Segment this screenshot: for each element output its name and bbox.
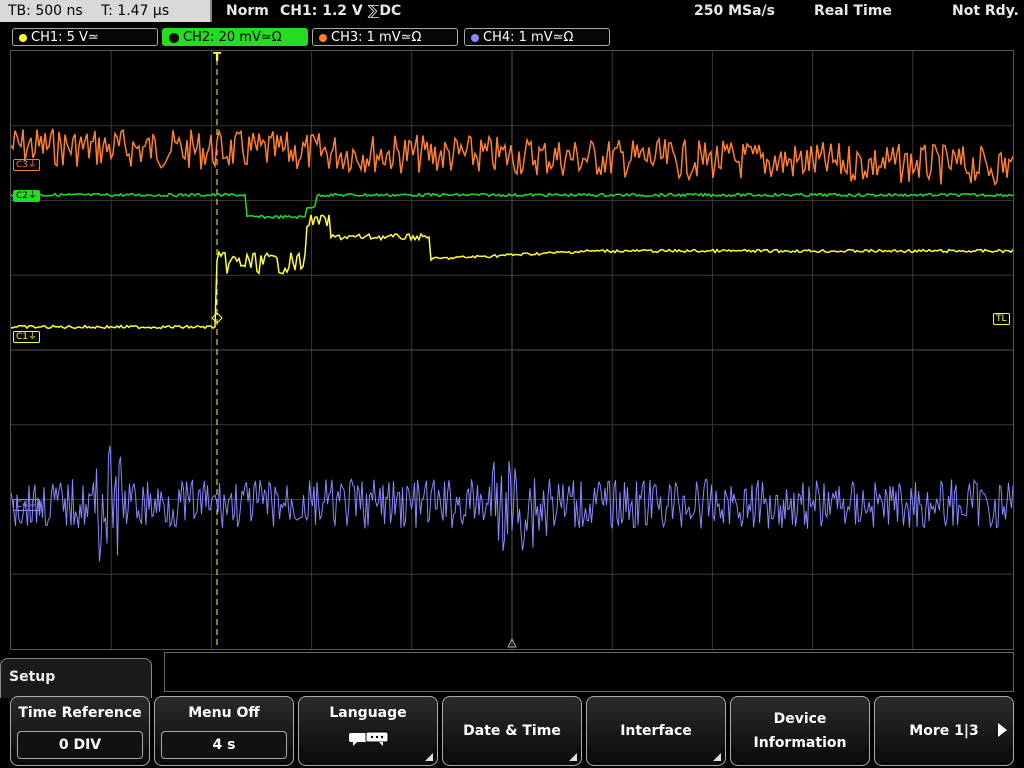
submenu-indicator-icon <box>569 753 577 761</box>
time-reference-value: 0 DIV <box>17 731 143 759</box>
trigger-level-marker[interactable]: TL <box>993 313 1010 325</box>
softkey-label: Device Information <box>753 711 847 751</box>
softkey-label: Date & Time <box>463 723 561 739</box>
waveform-canvas: T <box>11 51 1013 649</box>
channel-button-ch4[interactable]: CH4: 1 mV≃Ω <box>464 28 610 46</box>
trigger-position-marker: T <box>213 51 222 64</box>
arrow-right-icon <box>998 723 1007 737</box>
channel-color-icon <box>319 33 327 42</box>
ch2-offset-marker[interactable]: C2⏚ <box>13 190 41 202</box>
acquisition-status: Not Rdy. <box>952 3 1019 19</box>
submenu-indicator-icon <box>425 753 433 761</box>
channel-label: CH3: 1 mV≃Ω <box>331 30 422 45</box>
status-bar: TB: 500 ns T: 1.47 µs Norm CH1: 1.2 V ⅀D… <box>0 0 1024 24</box>
language-button[interactable]: Language <box>298 696 438 766</box>
channel-button-ch2[interactable]: CH2: 20 mV≃Ω <box>162 28 308 46</box>
channel-color-icon <box>471 33 479 42</box>
channel-button-ch3[interactable]: CH3: 1 mV≃Ω <box>312 28 458 46</box>
setup-menu-title: Setup <box>0 658 152 698</box>
waveform-display[interactable]: T C3⏚ C2⏚ C1⏚ C4⏚ TL <box>10 50 1014 650</box>
channel-button-ch1[interactable]: CH1: 5 V≃ <box>12 28 158 46</box>
lower-panel <box>164 652 1014 692</box>
date-time-button[interactable]: Date & Time <box>442 696 582 766</box>
softkey-bar: Time Reference 0 DIV Menu Off 4 s Langua… <box>0 696 1024 768</box>
submenu-indicator-icon <box>713 753 721 761</box>
menu-off-value: 4 s <box>161 731 287 759</box>
time-reference-button[interactable]: Time Reference 0 DIV <box>10 696 150 766</box>
timebase-box[interactable]: TB: 500 ns T: 1.47 µs <box>0 0 212 22</box>
device-information-button[interactable]: Device Information <box>730 696 870 766</box>
channel-color-icon <box>169 32 179 43</box>
acquisition-mode: Real Time <box>814 3 892 19</box>
softkey-label: Menu Off <box>188 705 260 721</box>
menu-off-button[interactable]: Menu Off 4 s <box>154 696 294 766</box>
channel-label: CH4: 1 mV≃Ω <box>483 30 574 45</box>
trigger-time-value: T: 1.47 µs <box>101 3 170 19</box>
softkey-label: Language <box>329 705 407 721</box>
trigger-mode[interactable]: Norm <box>226 0 269 22</box>
trigger-source[interactable]: CH1: 1.2 V ⅀DC <box>280 0 401 22</box>
softkey-label: Time Reference <box>18 705 142 721</box>
ch3-offset-marker[interactable]: C3⏚ <box>13 159 41 171</box>
sample-rate: 250 MSa/s <box>694 3 776 19</box>
channel-label: CH1: 5 V≃ <box>31 30 99 45</box>
timebase-value: TB: 500 ns <box>8 3 83 19</box>
channel-label: CH2: 20 mV≃Ω <box>183 30 282 45</box>
softkey-label: More 1|3 <box>909 723 979 739</box>
channel-color-icon <box>19 33 27 42</box>
channel-bar: CH1: 5 V≃ CH2: 20 mV≃Ω CH3: 1 mV≃Ω CH4: … <box>0 26 1024 48</box>
speech-bubbles-icon <box>349 731 389 746</box>
ch1-offset-marker[interactable]: C1⏚ <box>13 331 41 343</box>
ch4-offset-marker[interactable]: C4⏚ <box>13 499 41 511</box>
softkey-label: Interface <box>620 723 692 739</box>
interface-button[interactable]: Interface <box>586 696 726 766</box>
more-button[interactable]: More 1|3 <box>874 696 1014 766</box>
